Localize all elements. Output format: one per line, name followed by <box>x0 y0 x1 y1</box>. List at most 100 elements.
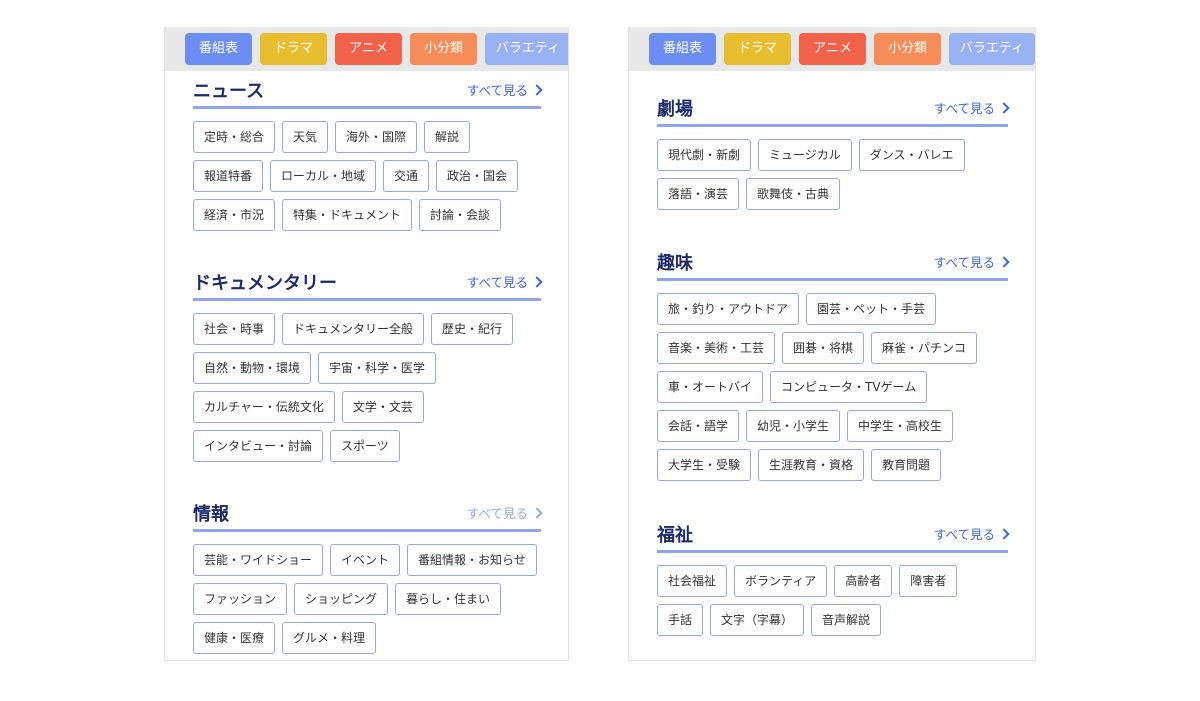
chip-list: 現代劇・新劇 ミュージカル ダンス・バレエ 落語・演芸 歌舞伎・古典 <box>657 139 1008 210</box>
genre-chip[interactable]: イベント <box>330 544 401 576</box>
section-header: 劇場 すべて見る <box>657 93 1010 127</box>
genre-chip[interactable]: ショッピング <box>294 583 389 615</box>
genre-chip[interactable]: ダンス・バレエ <box>858 139 965 171</box>
section-hobby: 趣味 すべて見る 旅・釣り・アウトドア 園芸・ペット・手芸 音楽・美術・工芸 囲… <box>657 247 1010 481</box>
genre-chip[interactable]: 討論・会談 <box>419 199 502 231</box>
genre-chip[interactable]: 文字（字幕） <box>710 604 805 636</box>
genre-chip[interactable]: 暮らし・住まい <box>395 583 502 615</box>
genre-chip[interactable]: 報道特番 <box>193 160 264 192</box>
genre-chip[interactable]: 落語・演芸 <box>657 178 740 210</box>
chevron-right-icon <box>998 255 1010 268</box>
genre-chip[interactable]: 番組情報・お知らせ <box>407 544 537 576</box>
genre-chip[interactable]: 芸能・ワイドショー <box>193 544 324 576</box>
genre-chip[interactable]: ローカル・地域 <box>270 160 377 192</box>
tab-drama[interactable]: ドラマ <box>724 33 791 65</box>
see-all-link[interactable]: すべて見る <box>467 272 543 291</box>
genre-chip[interactable]: 会話・語学 <box>657 410 740 442</box>
tab-variety[interactable]: バラエティ <box>485 33 568 65</box>
tab-subcategory[interactable]: 小分類 <box>410 33 477 65</box>
see-all-link[interactable]: すべて見る <box>467 503 543 522</box>
genre-chip[interactable]: 車・オートバイ <box>657 371 764 403</box>
tab-anime[interactable]: アニメ <box>799 33 866 65</box>
genre-chip[interactable]: 健康・医療 <box>193 622 276 654</box>
see-all-link[interactable]: すべて見る <box>934 524 1010 543</box>
genre-chip[interactable]: 旅・釣り・アウトドア <box>657 293 800 325</box>
phone-screen-right: 番組表 ドラマ アニメ 小分類 バラエティ 劇場 すべて見る 現代劇・新劇 ミュ… <box>628 27 1036 661</box>
genre-chip[interactable]: 現代劇・新劇 <box>657 139 752 171</box>
section-title: 趣味 <box>657 252 693 274</box>
chevron-right-icon <box>531 275 543 288</box>
tab-program-guide[interactable]: 番組表 <box>185 33 252 65</box>
genre-chip[interactable]: カルチャー・伝統文化 <box>193 391 335 423</box>
genre-chip[interactable]: 交通 <box>383 160 430 192</box>
chip-list: 旅・釣り・アウトドア 園芸・ペット・手芸 音楽・美術・工芸 囲碁・将棋 麻雀・パ… <box>657 293 1008 481</box>
section-title: 福祉 <box>657 524 693 546</box>
section-documentary: ドキュメンタリー すべて見る 社会・時事 ドキュメンタリー全般 歴史・紀行 自然… <box>193 267 543 462</box>
tab-program-guide[interactable]: 番組表 <box>649 33 716 65</box>
genre-chip[interactable]: 生涯教育・資格 <box>758 449 865 481</box>
genre-chip[interactable]: ドキュメンタリー全般 <box>282 313 425 345</box>
tab-drama[interactable]: ドラマ <box>260 33 327 65</box>
genre-chip[interactable]: 音声解説 <box>811 604 882 636</box>
genre-chip[interactable]: コンピュータ・TVゲーム <box>770 371 928 403</box>
genre-chip[interactable]: インタビュー・討論 <box>193 430 324 462</box>
genre-chip[interactable]: 宇宙・科学・医学 <box>318 352 437 384</box>
genre-chip[interactable]: 大学生・受験 <box>657 449 752 481</box>
genre-chip[interactable]: スポーツ <box>330 430 400 462</box>
tab-anime[interactable]: アニメ <box>335 33 402 65</box>
section-title: ニュース <box>193 80 265 102</box>
genre-chip[interactable]: 経済・市況 <box>193 199 276 231</box>
phone-screen-left: 番組表 ドラマ アニメ 小分類 バラエティ ニュース すべて見る 定時・総合 天… <box>164 27 569 661</box>
section-theater: 劇場 すべて見る 現代劇・新劇 ミュージカル ダンス・バレエ 落語・演芸 歌舞伎… <box>657 93 1010 210</box>
section-information: 情報 すべて見る 芸能・ワイドショー イベント 番組情報・お知らせ ファッション… <box>193 498 543 654</box>
section-header: 趣味 すべて見る <box>657 247 1010 281</box>
genre-chip[interactable]: 中学生・高校生 <box>847 410 954 442</box>
category-tab-bar: 番組表 ドラマ アニメ 小分類 バラエティ <box>629 27 1035 71</box>
chip-list: 社会・時事 ドキュメンタリー全般 歴史・紀行 自然・動物・環境 宇宙・科学・医学… <box>193 313 541 462</box>
see-all-link[interactable]: すべて見る <box>934 252 1010 271</box>
genre-chip[interactable]: 政治・国会 <box>436 160 519 192</box>
chevron-right-icon <box>531 506 543 519</box>
genre-chip[interactable]: 手話 <box>657 604 704 636</box>
section-welfare: 福祉 すべて見る 社会福祉 ボランティア 高齢者 障害者 手話 文字（字幕） 音… <box>657 519 1010 636</box>
genre-chip[interactable]: 天気 <box>282 121 329 153</box>
genre-chip[interactable]: 自然・動物・環境 <box>193 352 312 384</box>
section-title: 情報 <box>193 503 229 525</box>
genre-chip[interactable]: グルメ・料理 <box>282 622 377 654</box>
genre-chip[interactable]: 障害者 <box>899 565 958 597</box>
genre-chip[interactable]: 海外・国際 <box>335 121 418 153</box>
genre-chip[interactable]: 教育問題 <box>871 449 942 481</box>
genre-chip[interactable]: ボランティア <box>734 565 828 597</box>
chip-list: 芸能・ワイドショー イベント 番組情報・お知らせ ファッション ショッピング 暮… <box>193 544 541 654</box>
genre-chip[interactable]: 社会・時事 <box>193 313 276 345</box>
section-title: ドキュメンタリー <box>193 272 337 294</box>
genre-chip[interactable]: 幼児・小学生 <box>746 410 841 442</box>
chevron-right-icon <box>531 83 543 96</box>
genre-chip[interactable]: 囲碁・将棋 <box>782 332 865 364</box>
genre-chip[interactable]: 音楽・美術・工芸 <box>657 332 776 364</box>
category-tab-bar: 番組表 ドラマ アニメ 小分類 バラエティ <box>165 27 568 71</box>
chevron-right-icon <box>998 101 1010 114</box>
genre-chip[interactable]: 社会福祉 <box>657 565 728 597</box>
section-header: 福祉 すべて見る <box>657 519 1010 553</box>
section-header: 情報 すべて見る <box>193 498 543 532</box>
see-all-link[interactable]: すべて見る <box>934 98 1010 117</box>
genre-chip[interactable]: 高齢者 <box>834 565 893 597</box>
chip-list: 社会福祉 ボランティア 高齢者 障害者 手話 文字（字幕） 音声解説 <box>657 565 1008 636</box>
tab-variety[interactable]: バラエティ <box>949 33 1035 65</box>
genre-chip[interactable]: 園芸・ペット・手芸 <box>806 293 937 325</box>
see-all-link[interactable]: すべて見る <box>467 80 543 99</box>
genre-chip[interactable]: 歌舞伎・古典 <box>746 178 841 210</box>
genre-chip[interactable]: 歴史・紀行 <box>431 313 514 345</box>
section-title: 劇場 <box>657 98 693 120</box>
chevron-right-icon <box>998 527 1010 540</box>
tab-subcategory[interactable]: 小分類 <box>874 33 941 65</box>
genre-chip[interactable]: 文学・文芸 <box>341 391 424 423</box>
genre-chip[interactable]: 解説 <box>424 121 471 153</box>
genre-chip[interactable]: ミュージカル <box>758 139 852 171</box>
genre-chip[interactable]: ファッション <box>193 583 288 615</box>
chip-list: 定時・総合 天気 海外・国際 解説 報道特番 ローカル・地域 交通 政治・国会 … <box>193 121 541 231</box>
genre-chip[interactable]: 特集・ドキュメント <box>282 199 413 231</box>
genre-chip[interactable]: 定時・総合 <box>193 121 276 153</box>
genre-chip[interactable]: 麻雀・パチンコ <box>871 332 978 364</box>
